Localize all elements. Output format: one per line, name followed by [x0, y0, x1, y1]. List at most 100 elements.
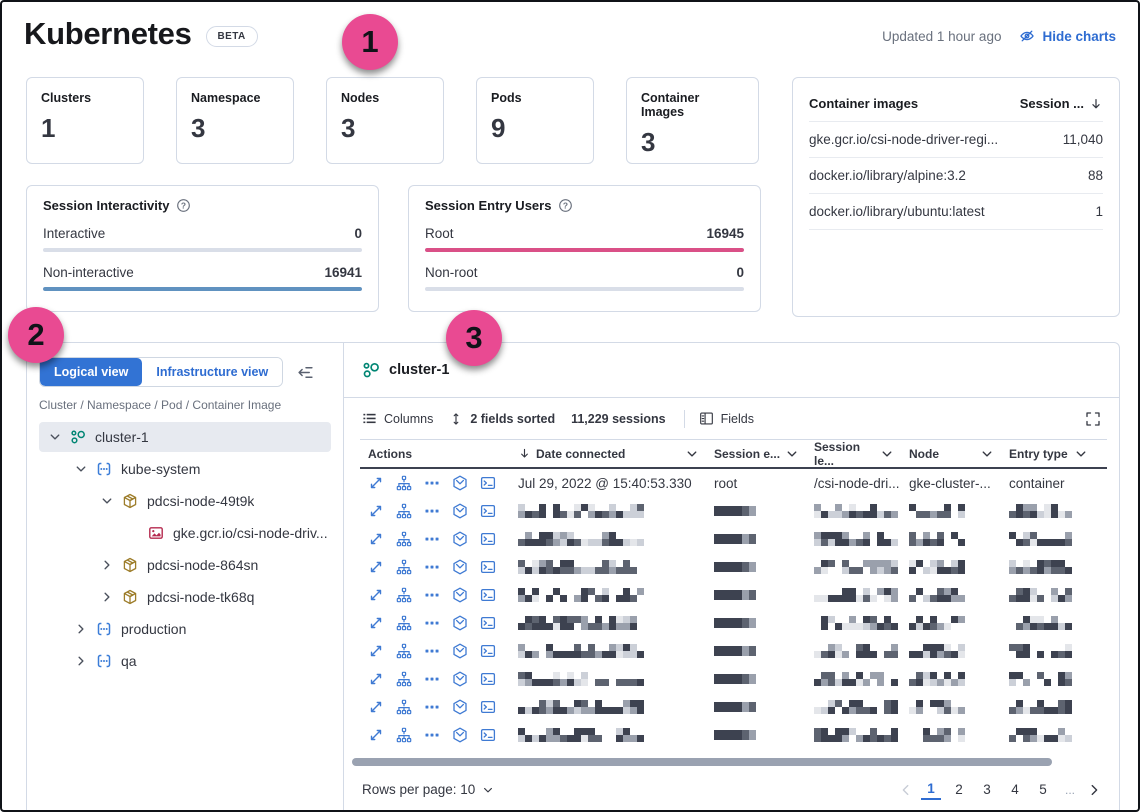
sessions-sort-header[interactable]: Session ... [1020, 96, 1103, 111]
k8s-pod-icon[interactable] [452, 699, 468, 715]
column-menu-chevron-icon[interactable] [786, 448, 798, 460]
expand-icon[interactable] [368, 475, 384, 491]
page-button-5[interactable]: 5 [1033, 780, 1053, 799]
tree-item-cluster-1[interactable]: cluster-1 [39, 422, 331, 452]
page-button-4[interactable]: 4 [1005, 780, 1025, 799]
session-viewer-icon[interactable] [480, 475, 496, 491]
column-header-entry-type[interactable]: Entry type [1001, 447, 1095, 461]
expand-icon[interactable] [368, 699, 384, 715]
k8s-pod-icon[interactable] [452, 671, 468, 687]
redacted-leader [814, 588, 898, 602]
tree-item-pdcsi-node-864sn[interactable]: pdcsi-node-864sn [39, 550, 331, 580]
session-viewer-icon[interactable] [480, 727, 496, 743]
hide-charts-button[interactable]: Hide charts [1019, 28, 1116, 44]
more-actions-icon[interactable] [424, 727, 440, 743]
analyze-event-icon[interactable] [396, 699, 412, 715]
chevron-down-icon[interactable] [75, 463, 87, 475]
session-viewer-icon[interactable] [480, 671, 496, 687]
column-menu-chevron-icon[interactable] [686, 448, 698, 460]
sort-fields-button[interactable]: 2 fields sorted [449, 412, 555, 426]
row-actions [360, 671, 510, 687]
column-header-date-connected[interactable]: Date connected [510, 447, 706, 461]
expand-icon[interactable] [368, 643, 384, 659]
logical-view-button[interactable]: Logical view [40, 358, 142, 386]
chevron-right-icon[interactable] [101, 559, 113, 571]
analyze-event-icon[interactable] [396, 531, 412, 547]
more-actions-icon[interactable] [424, 643, 440, 659]
chevron-down-icon[interactable] [49, 431, 61, 443]
more-actions-icon[interactable] [424, 587, 440, 603]
k8s-pod-icon[interactable] [452, 615, 468, 631]
horizontal-scrollbar[interactable] [352, 758, 1052, 766]
rows-per-page-selector[interactable]: Rows per page: 10 [362, 782, 494, 797]
analyze-event-icon[interactable] [396, 503, 412, 519]
help-icon[interactable]: ? [176, 198, 191, 213]
more-actions-icon[interactable] [424, 615, 440, 631]
page-button-2[interactable]: 2 [949, 780, 969, 799]
more-actions-icon[interactable] [424, 475, 440, 491]
more-actions-icon[interactable] [424, 699, 440, 715]
analyze-event-icon[interactable] [396, 671, 412, 687]
session-viewer-icon[interactable] [480, 587, 496, 603]
session-viewer-icon[interactable] [480, 531, 496, 547]
column-menu-chevron-icon[interactable] [1075, 448, 1087, 460]
k8s-pod-icon[interactable] [452, 559, 468, 575]
analyze-event-icon[interactable] [396, 559, 412, 575]
expand-icon[interactable] [368, 615, 384, 631]
more-actions-icon[interactable] [424, 559, 440, 575]
column-header-session-e-[interactable]: Session e... [706, 447, 806, 461]
next-page-button[interactable] [1087, 783, 1101, 797]
annotation-badge-3: 3 [446, 310, 502, 366]
chevron-right-icon[interactable] [101, 591, 113, 603]
help-icon[interactable]: ? [558, 198, 573, 213]
previous-page-button[interactable] [899, 783, 913, 797]
infrastructure-view-button[interactable]: Infrastructure view [142, 358, 282, 386]
fields-button[interactable]: Fields [699, 411, 754, 426]
more-actions-icon[interactable] [424, 531, 440, 547]
page-button-3[interactable]: 3 [977, 780, 997, 799]
column-header-session-le-[interactable]: Session le... [806, 440, 901, 468]
session-viewer-icon[interactable] [480, 699, 496, 715]
expand-icon[interactable] [368, 587, 384, 603]
columns-button[interactable]: Columns [362, 411, 433, 426]
more-actions-icon[interactable] [424, 503, 440, 519]
k8s-pod-icon[interactable] [452, 587, 468, 603]
analyze-event-icon[interactable] [396, 727, 412, 743]
k8s-pod-icon[interactable] [452, 503, 468, 519]
k8s-pod-icon[interactable] [452, 643, 468, 659]
panel-title: Session Entry Users [425, 198, 551, 213]
analyze-event-icon[interactable] [396, 615, 412, 631]
session-viewer-icon[interactable] [480, 559, 496, 575]
chevron-right-icon[interactable] [75, 623, 87, 635]
chevron-right-icon[interactable] [75, 655, 87, 667]
fullscreen-icon[interactable] [1085, 411, 1101, 427]
expand-icon[interactable] [368, 727, 384, 743]
expand-icon[interactable] [368, 671, 384, 687]
redacted-date [518, 560, 644, 574]
tree-item-qa[interactable]: qa [39, 646, 331, 676]
tree-item-kube-system[interactable]: kube-system [39, 454, 331, 484]
tree-item-pdcsi-node-49t9k[interactable]: pdcsi-node-49t9k [39, 486, 331, 516]
expand-icon[interactable] [368, 531, 384, 547]
analyze-event-icon[interactable] [396, 587, 412, 603]
expand-icon[interactable] [368, 559, 384, 575]
tree-item-gke-gcr-io-csi-node-driv-[interactable]: gke.gcr.io/csi-node-driv... [39, 518, 331, 548]
chevron-down-icon[interactable] [101, 495, 113, 507]
more-actions-icon[interactable] [424, 671, 440, 687]
collapse-tree-icon[interactable] [297, 364, 314, 381]
k8s-pod-icon[interactable] [452, 531, 468, 547]
session-viewer-icon[interactable] [480, 503, 496, 519]
k8s-pod-icon[interactable] [452, 475, 468, 491]
tree-item-production[interactable]: production [39, 614, 331, 644]
analyze-event-icon[interactable] [396, 475, 412, 491]
expand-icon[interactable] [368, 503, 384, 519]
column-header-node[interactable]: Node [901, 447, 1001, 461]
session-viewer-icon[interactable] [480, 643, 496, 659]
session-viewer-icon[interactable] [480, 615, 496, 631]
page-button-1[interactable]: 1 [921, 779, 941, 800]
analyze-event-icon[interactable] [396, 643, 412, 659]
column-menu-chevron-icon[interactable] [981, 448, 993, 460]
column-menu-chevron-icon[interactable] [881, 448, 893, 460]
tree-item-pdcsi-node-tk68q[interactable]: pdcsi-node-tk68q [39, 582, 331, 612]
k8s-pod-icon[interactable] [452, 727, 468, 743]
